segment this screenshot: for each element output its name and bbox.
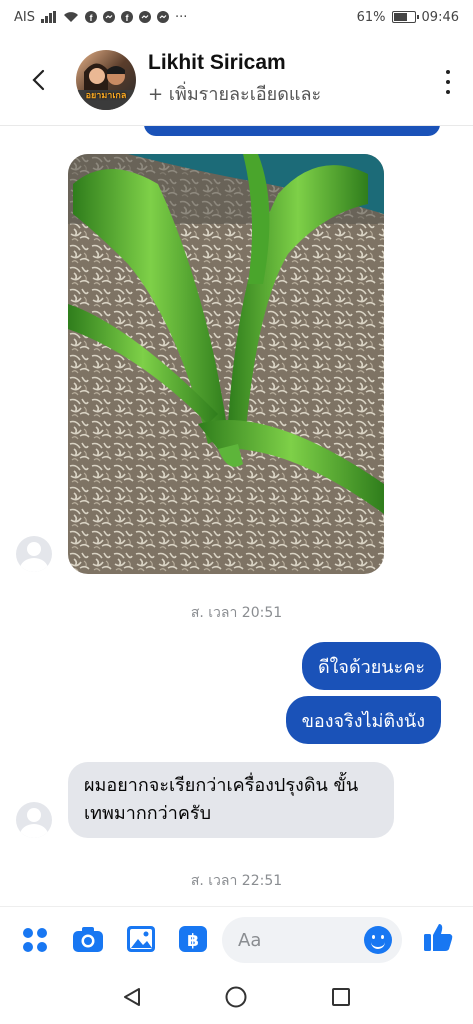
- more-vertical-icon: [446, 70, 450, 74]
- payment-icon[interactable]: ฿: [178, 925, 208, 953]
- more-notifications-indicator: ···: [174, 9, 188, 25]
- square-recents-icon: [331, 988, 350, 1006]
- contact-avatar[interactable]: อยามาเกล: [76, 49, 136, 110]
- wifi-icon: [63, 11, 79, 23]
- circle-home-icon: [225, 986, 247, 1008]
- avatar-caption: อยามาเกล: [85, 90, 127, 101]
- svg-text:฿: ฿: [187, 931, 199, 951]
- contact-name[interactable]: Likhit Siricam: [148, 51, 321, 75]
- plant-photo: [68, 154, 384, 574]
- messenger-icon: [102, 11, 115, 23]
- contact-avatar-small[interactable]: [16, 536, 52, 572]
- facebook-icon: f: [120, 11, 133, 23]
- facebook-icon: f: [84, 11, 97, 23]
- carrier-label: AIS: [14, 9, 35, 25]
- camera-icon[interactable]: [72, 925, 104, 953]
- conversation-header: อยามาเกล Likhit Siricam + เพิ่มรายละเอีย…: [0, 34, 473, 126]
- add-details-link[interactable]: + เพิ่มรายละเอียดและ: [148, 79, 321, 108]
- message-timestamp: ส. เวลา 20:51: [190, 605, 283, 621]
- gallery-icon[interactable]: [126, 925, 156, 953]
- image-message[interactable]: [68, 154, 384, 574]
- battery-percent: 61%: [356, 9, 386, 25]
- like-icon[interactable]: [422, 921, 454, 953]
- messenger-icon: [138, 11, 151, 23]
- chevron-left-icon: [32, 69, 45, 90]
- message-composer: ฿ Aa: [0, 906, 473, 970]
- nav-back-button[interactable]: [112, 977, 152, 1017]
- message-timestamp: ส. เวลา 22:51: [190, 873, 283, 889]
- message-input-placeholder: Aa: [238, 929, 262, 951]
- clock: 09:46: [421, 9, 459, 25]
- messenger-icon: [156, 11, 169, 23]
- status-bar: AIS f f ··· 61% 09:46: [0, 0, 473, 34]
- battery-icon: [391, 11, 419, 23]
- outgoing-message[interactable]: ของจริงไม่ติงนัง: [285, 696, 441, 744]
- emoji-icon[interactable]: [364, 926, 392, 954]
- system-nav-bar: [0, 970, 473, 1024]
- message-thread: ส. เวลา 20:51 ดีใจด้วยนะคะ ของจริงไม่ติง…: [0, 126, 473, 906]
- contact-avatar-small[interactable]: [16, 802, 52, 838]
- message-input[interactable]: Aa: [222, 917, 402, 963]
- previous-outgoing-bubble[interactable]: [144, 126, 440, 136]
- outgoing-message[interactable]: ดีใจด้วยนะคะ: [301, 642, 441, 690]
- signal-icon: [40, 11, 57, 23]
- grid-menu-icon[interactable]: [22, 927, 48, 953]
- nav-recents-button[interactable]: [321, 977, 361, 1017]
- back-button[interactable]: [0, 34, 76, 126]
- triangle-back-icon: [124, 988, 141, 1006]
- incoming-message[interactable]: ผมอยากจะเรียกว่าเครื่องปรุงดิน ขั้นเทพมา…: [68, 762, 394, 838]
- more-options-button[interactable]: [445, 70, 451, 94]
- nav-home-button[interactable]: [216, 977, 256, 1017]
